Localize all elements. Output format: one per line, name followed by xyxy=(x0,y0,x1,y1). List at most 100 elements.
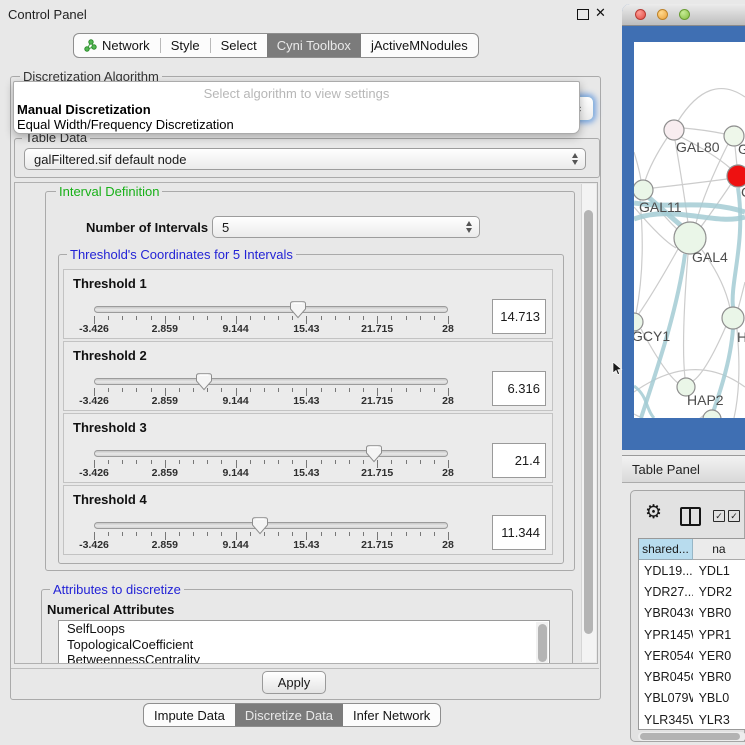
table-data-combobox[interactable]: galFiltered.sif default node xyxy=(24,148,586,170)
attribute-item-betweennesscentrality[interactable]: BetweennessCentrality xyxy=(59,652,549,664)
network-edge[interactable] xyxy=(638,249,678,315)
float-window-icon[interactable] xyxy=(577,9,589,20)
threshold-4-slider-thumb[interactable] xyxy=(251,517,269,535)
slider-tick xyxy=(136,388,137,392)
threshold-1-slider-track[interactable] xyxy=(94,306,448,313)
network-icon xyxy=(84,39,97,52)
minimize-traffic-light[interactable] xyxy=(657,9,668,20)
threshold-3-value-field[interactable]: 21.4 xyxy=(492,443,546,478)
bottom-tab-infer-network[interactable]: Infer Network xyxy=(343,704,440,726)
column-header-shared-name[interactable]: shared... xyxy=(639,539,693,560)
zoom-traffic-light[interactable] xyxy=(679,9,690,20)
network-edge[interactable] xyxy=(634,152,641,181)
network-edge[interactable] xyxy=(684,254,688,378)
threshold-1-label: Threshold 1 xyxy=(73,276,147,291)
table-row[interactable]: YPR145WYPR1 xyxy=(639,624,745,645)
interval-definition-group: Interval Definition Number of Intervals … xyxy=(45,191,575,571)
table-horizontal-scrollbar[interactable] xyxy=(638,732,745,741)
threshold-3-slider-thumb[interactable] xyxy=(365,445,383,463)
slider-tick xyxy=(264,316,265,320)
dropdown-option-equal-width-frequency[interactable]: Equal Width/Frequency Discretization xyxy=(17,117,234,132)
network-canvas[interactable]: GAL80GCGAL11GAL4GCY1HHAP2 xyxy=(634,42,745,418)
attribute-item-topologicalcoefficient[interactable]: TopologicalCoefficient xyxy=(59,637,549,653)
combo-stepper-icon xyxy=(572,153,578,165)
slider-tick xyxy=(207,460,208,464)
network-node-label: GAL4 xyxy=(692,249,728,265)
slider-tick xyxy=(335,532,336,536)
split-panel-icon[interactable] xyxy=(680,507,701,526)
tab-select[interactable]: Select xyxy=(211,34,267,57)
network-node[interactable] xyxy=(703,410,721,418)
attribute-item-selfloops[interactable]: SelfLoops xyxy=(59,621,549,637)
network-edge[interactable] xyxy=(683,128,725,134)
network-node-gal80[interactable] xyxy=(664,120,684,140)
cell-name: YLR3 xyxy=(693,713,745,727)
threshold-4-box: Threshold 4-3.4262.8599.14415.4321.71528… xyxy=(63,485,553,555)
network-node-gal11[interactable] xyxy=(634,180,653,200)
network-edge[interactable] xyxy=(634,414,704,418)
slider-tick-label: 9.144 xyxy=(222,395,248,407)
threshold-3-slider-track[interactable] xyxy=(94,450,448,457)
attributes-list-scrollbar[interactable] xyxy=(536,622,548,664)
numerical-attributes-list[interactable]: SelfLoopsTopologicalCoefficientBetweenne… xyxy=(58,620,550,664)
close-icon[interactable]: ✕ xyxy=(595,5,606,21)
slider-tick-label: 15.43 xyxy=(293,323,319,335)
network-edge[interactable] xyxy=(645,138,667,181)
checkbox-icon[interactable]: ✓ xyxy=(728,510,740,522)
dropdown-placeholder: Select algorithm to view settings xyxy=(14,86,579,101)
slider-tick-label: 2.859 xyxy=(152,539,178,551)
cell-name: YBR0 xyxy=(693,606,745,620)
slider-tick xyxy=(264,388,265,392)
slider-tick xyxy=(278,388,279,392)
threshold-4-slider-track[interactable] xyxy=(94,522,448,529)
network-edge[interactable] xyxy=(693,326,726,381)
settings-vertical-scrollbar[interactable] xyxy=(581,184,596,662)
slider-tick-label: 15.43 xyxy=(293,539,319,551)
dropdown-option-manual-discretization[interactable]: Manual Discretization xyxy=(17,102,151,117)
network-edge-highlighted[interactable] xyxy=(711,188,740,418)
scrollbar-thumb[interactable] xyxy=(584,210,593,634)
table-row[interactable]: YBR043CYBR0 xyxy=(639,603,745,624)
tab-network[interactable]: Network xyxy=(74,34,160,57)
network-node-label: G xyxy=(738,141,745,157)
slider-tick-label: 2.859 xyxy=(152,467,178,479)
table-row[interactable]: YBL079WYBL0 xyxy=(639,688,745,709)
network-edge[interactable] xyxy=(653,179,727,188)
column-header-name[interactable]: na xyxy=(693,539,745,560)
network-edge[interactable] xyxy=(678,89,745,121)
gear-icon[interactable]: ⚙ xyxy=(645,503,662,522)
slider-tick-label: 9.144 xyxy=(222,323,248,335)
cell-name: YBR0 xyxy=(693,670,745,684)
network-edge[interactable] xyxy=(735,146,737,166)
table-row[interactable]: YBR045CYBR0 xyxy=(639,666,745,687)
network-node-h[interactable] xyxy=(722,307,744,329)
checkbox-icon[interactable]: ✓ xyxy=(713,510,725,522)
threshold-2-slider-track[interactable] xyxy=(94,378,448,385)
slider-tick xyxy=(122,532,123,536)
network-edge[interactable] xyxy=(738,282,745,309)
table-row[interactable]: YER054CYER0 xyxy=(639,645,745,666)
table-row[interactable]: YLR345WYLR3 xyxy=(639,709,745,730)
table-row[interactable]: YDL19...YDL1 xyxy=(639,560,745,581)
tab-jactivemnodules[interactable]: jActiveMNodules xyxy=(361,34,478,57)
number-of-intervals-spinner[interactable]: 5 xyxy=(212,216,480,238)
bottom-tab-impute-data[interactable]: Impute Data xyxy=(144,704,235,726)
close-traffic-light[interactable] xyxy=(635,9,646,20)
slider-tick xyxy=(406,532,407,536)
threshold-4-value-field[interactable]: 11.344 xyxy=(492,515,546,550)
threshold-2-value-field[interactable]: 6.316 xyxy=(492,371,546,406)
tab-style[interactable]: Style xyxy=(161,34,210,57)
slider-tick xyxy=(406,316,407,320)
network-node-label: GAL11 xyxy=(639,199,682,215)
apply-button[interactable]: Apply xyxy=(262,671,326,694)
slider-tick xyxy=(349,316,350,320)
slider-tick xyxy=(335,388,336,392)
tab-cyni-toolbox[interactable]: Cyni Toolbox xyxy=(267,34,361,57)
scrollbar-thumb[interactable] xyxy=(640,733,740,740)
threshold-1-value-field[interactable]: 14.713 xyxy=(492,299,546,334)
bottom-tab-bar: Impute DataDiscretize DataInfer Network xyxy=(143,703,441,727)
threshold-1-slider-thumb[interactable] xyxy=(289,301,307,319)
bottom-tab-discretize-data[interactable]: Discretize Data xyxy=(235,704,343,726)
table-row[interactable]: YDR27...YDR2 xyxy=(639,581,745,602)
threshold-2-slider-thumb[interactable] xyxy=(195,373,213,391)
